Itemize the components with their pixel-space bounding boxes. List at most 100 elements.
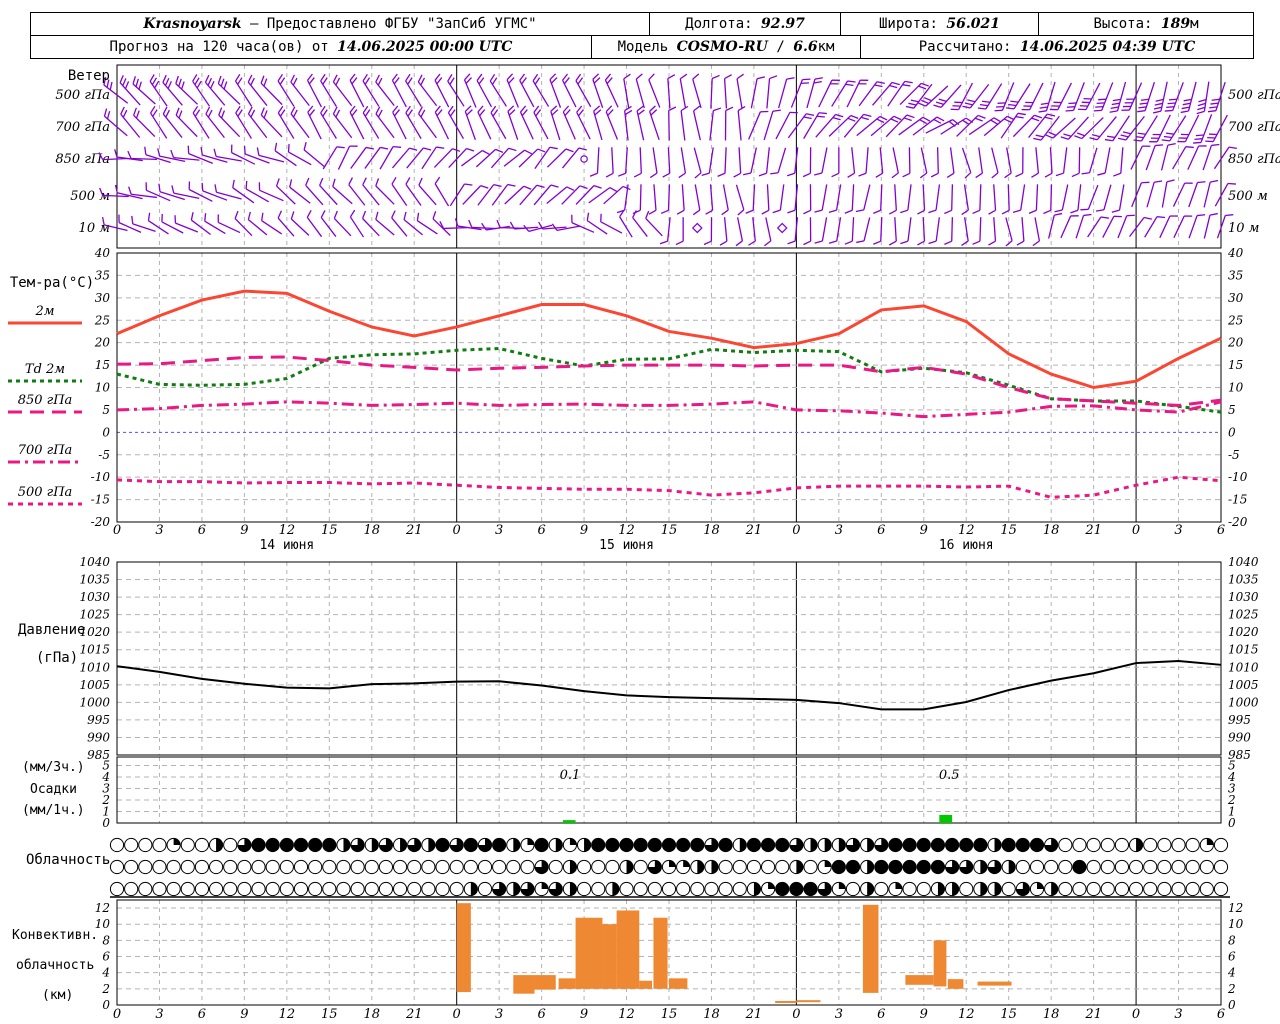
wind-barb-shaft <box>507 111 519 140</box>
wind-barb-feather <box>1034 114 1043 119</box>
wind-barb-feather <box>320 73 326 82</box>
wind-barb-feather <box>814 77 823 80</box>
cloud-symbol <box>421 859 436 875</box>
wind-barb-feather <box>1183 98 1192 102</box>
temp-legend-label: 700 гПа <box>18 443 73 458</box>
wind-barb-shaft <box>476 80 493 108</box>
hour-label: 9 <box>920 1007 928 1022</box>
cloud-fill-wedge <box>994 838 1002 852</box>
wind-barb-shaft <box>851 217 855 242</box>
wind-barb-feather <box>1031 172 1039 178</box>
cloud-symbol <box>1213 859 1229 875</box>
wind-barb-shaft <box>1184 114 1200 143</box>
wind-barb-feather <box>1197 102 1206 107</box>
cloud-symbol <box>576 859 592 875</box>
wind-barb-feather <box>876 118 885 124</box>
wind-barb-feather <box>609 187 618 193</box>
wind-barb-shaft <box>447 80 465 107</box>
wind-barb-feather <box>692 73 700 80</box>
wind-barb-feather <box>1028 209 1037 214</box>
wind-barb-feather <box>550 105 558 112</box>
cloud-fill-wedge <box>824 860 832 867</box>
wind-barb-shaft <box>851 147 856 174</box>
wind-barb-feather <box>277 210 283 219</box>
wind-barb-shaft <box>648 111 660 141</box>
wind-barb-feather <box>1039 106 1048 109</box>
wind-level-label-left: 700 гПа <box>55 120 110 135</box>
wind-barb-feather <box>1040 102 1049 105</box>
wind-barb-feather <box>1012 209 1021 214</box>
cloud-symbol <box>1143 837 1158 853</box>
wind-barb-shaft <box>261 220 283 235</box>
wind-barb-shaft <box>766 78 771 109</box>
wind-barb-feather <box>735 240 743 247</box>
cloud-symbol <box>718 859 733 875</box>
wind-barb-feather <box>364 109 371 117</box>
temp-ytick: -20 <box>1228 515 1248 529</box>
wind-barb-feather <box>576 105 583 113</box>
wind-barb-feather <box>786 77 795 80</box>
wind-barb-feather <box>1164 109 1173 112</box>
wind-barb-feather <box>890 118 899 123</box>
cloud-symbol <box>124 881 139 897</box>
wind-barb-feather <box>532 73 539 82</box>
wind-barb-feather <box>362 73 368 82</box>
convective-bar <box>933 940 947 987</box>
wind-barb-feather <box>351 77 358 85</box>
cloud-symbol <box>1015 859 1030 875</box>
hour-label: 21 <box>405 1007 423 1022</box>
cloud-symbol <box>265 837 280 853</box>
wind-barb-feather <box>831 172 840 178</box>
wind-barb-shaft <box>843 113 865 138</box>
cloud-fill-wedge <box>1051 882 1058 896</box>
hour-label: 0 <box>1132 1007 1140 1022</box>
wind-barb-feather <box>562 73 569 81</box>
wind-barb-feather <box>1211 143 1220 147</box>
wind-barb-shaft <box>885 114 908 138</box>
cloud-symbol <box>746 837 762 853</box>
wind-panel-title: Ветер <box>67 68 110 84</box>
wind-barb-feather <box>481 222 487 231</box>
wind-barb-feather <box>234 73 241 82</box>
wind-barb-feather <box>964 102 973 106</box>
wind-barb-shaft <box>290 81 310 107</box>
wind-barb-shaft <box>1021 217 1025 242</box>
wind-barb-shaft <box>639 147 642 174</box>
convective-title-line2: облачность <box>16 958 95 973</box>
hour-label: 3 <box>1174 1007 1182 1022</box>
temp-ytick: 30 <box>95 291 111 305</box>
wind-barb-shaft <box>1103 184 1112 210</box>
wind-barb-feather <box>1197 106 1206 111</box>
wind-barb-shaft <box>550 111 561 141</box>
cloud-symbol <box>1199 859 1214 875</box>
cloud-fill-wedge <box>173 838 181 845</box>
hour-label: 9 <box>240 523 248 538</box>
wind-barb-shaft <box>532 80 550 107</box>
hour-label: 15 <box>661 1007 678 1022</box>
cloud-symbol <box>378 881 394 897</box>
wind-barb-shaft <box>1160 144 1169 171</box>
cloud-fill-wedge <box>838 882 846 889</box>
wind-barb-feather <box>1194 138 1203 140</box>
wind-barb-feather <box>990 119 998 125</box>
wind-barb-shaft <box>392 111 407 140</box>
meteogram-canvas: 40 4035 3530 3025 2520 2015 1510 105 50 0-5 -5-10-… <box>8 64 1280 1022</box>
wind-barb-feather <box>736 73 745 80</box>
cloud-symbol <box>194 881 210 897</box>
wind-barb-shaft <box>433 148 453 168</box>
wind-barb-shaft <box>1029 82 1044 111</box>
wind-barb-shaft <box>375 219 395 236</box>
wind-barb-feather <box>1017 112 1026 116</box>
wind-barb-feather <box>617 172 626 177</box>
wind-barb-feather <box>405 105 411 114</box>
temp-ytick: 0 <box>1228 425 1236 439</box>
wind-barb-feather <box>217 75 222 84</box>
cloud-fill-wedge <box>768 882 775 889</box>
wind-barb-feather <box>332 178 336 187</box>
wind-barb-feather <box>180 81 185 90</box>
wind-barb-shaft <box>821 184 828 211</box>
wind-barb-feather <box>245 180 248 190</box>
conv-ytick: 10 <box>1228 917 1244 931</box>
wind-barb-feather <box>565 148 574 153</box>
wind-barb-feather <box>967 99 976 103</box>
